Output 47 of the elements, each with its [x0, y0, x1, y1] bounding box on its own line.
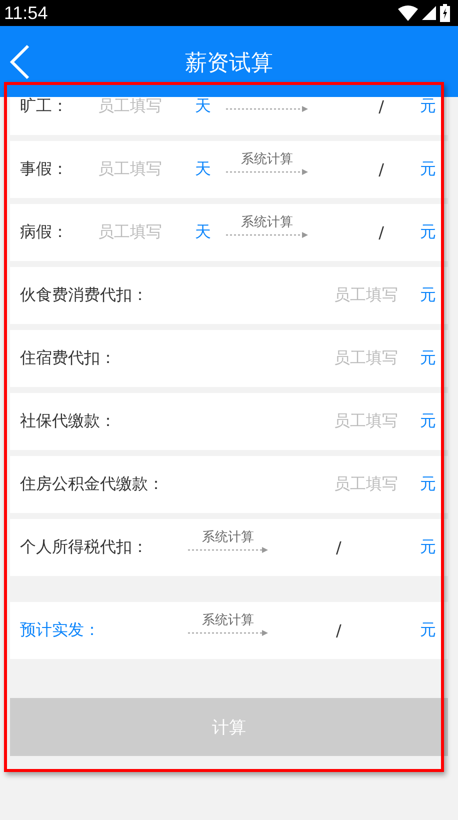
unit-label: 元 — [420, 222, 436, 243]
row-label: 个人所得税代扣： — [20, 537, 149, 558]
unit-label: 元 — [420, 474, 436, 495]
calc-note: 系统计算 — [202, 530, 254, 546]
dashed-arrow-icon — [188, 628, 268, 636]
value-text: / — [336, 621, 342, 640]
calc-note: 系统计算 — [202, 612, 254, 628]
unit-label: 元 — [420, 537, 436, 558]
unit-label: 元 — [420, 620, 436, 641]
unit-label: 天 — [195, 222, 211, 243]
calc-note: 系统计算 — [241, 214, 293, 230]
dashed-arrow-icon — [188, 546, 268, 554]
dashed-arrow-icon — [226, 230, 308, 238]
value-text: / — [336, 538, 342, 557]
input-field[interactable]: 员工填写 — [334, 474, 398, 495]
battery-icon — [440, 4, 450, 22]
unit-label: 元 — [420, 97, 436, 117]
unit-label: 元 — [420, 348, 436, 369]
unit-label: 元 — [420, 285, 436, 306]
row-label: 住房公积金代缴款： — [20, 474, 164, 495]
value-text: / — [378, 97, 384, 116]
unit-label: 元 — [420, 411, 436, 432]
row-label: 住宿费代扣： — [20, 348, 116, 369]
input-field[interactable]: 员工填写 — [98, 159, 195, 180]
row-label: 旷工： — [20, 97, 69, 117]
unit-label: 元 — [420, 159, 436, 180]
row-label: 伙食费消费代扣： — [20, 285, 148, 306]
input-field[interactable]: 员工填写 — [334, 411, 398, 432]
dashed-arrow-icon — [226, 104, 308, 112]
input-field[interactable]: 员工填写 — [98, 97, 195, 117]
row-label: 事假： — [20, 159, 69, 180]
row-label: 预计实发： — [20, 620, 101, 641]
input-field[interactable]: 员工填写 — [334, 285, 398, 306]
value-text: / — [378, 223, 384, 242]
input-field[interactable]: 员工填写 — [334, 348, 398, 369]
row-label: 社保代缴款： — [20, 411, 116, 432]
input-field[interactable]: 员工填写 — [98, 222, 195, 243]
row-label: 病假： — [20, 222, 69, 243]
page-title: 薪资试算 — [185, 50, 273, 78]
value-text: / — [378, 160, 384, 179]
wifi-icon — [398, 5, 418, 21]
signal-icon — [422, 6, 436, 20]
calc-note: 系统计算 — [241, 152, 293, 168]
dashed-arrow-icon — [226, 168, 308, 176]
status-time: 11:54 — [4, 2, 48, 24]
unit-label: 天 — [195, 97, 211, 117]
unit-label: 天 — [195, 159, 211, 180]
